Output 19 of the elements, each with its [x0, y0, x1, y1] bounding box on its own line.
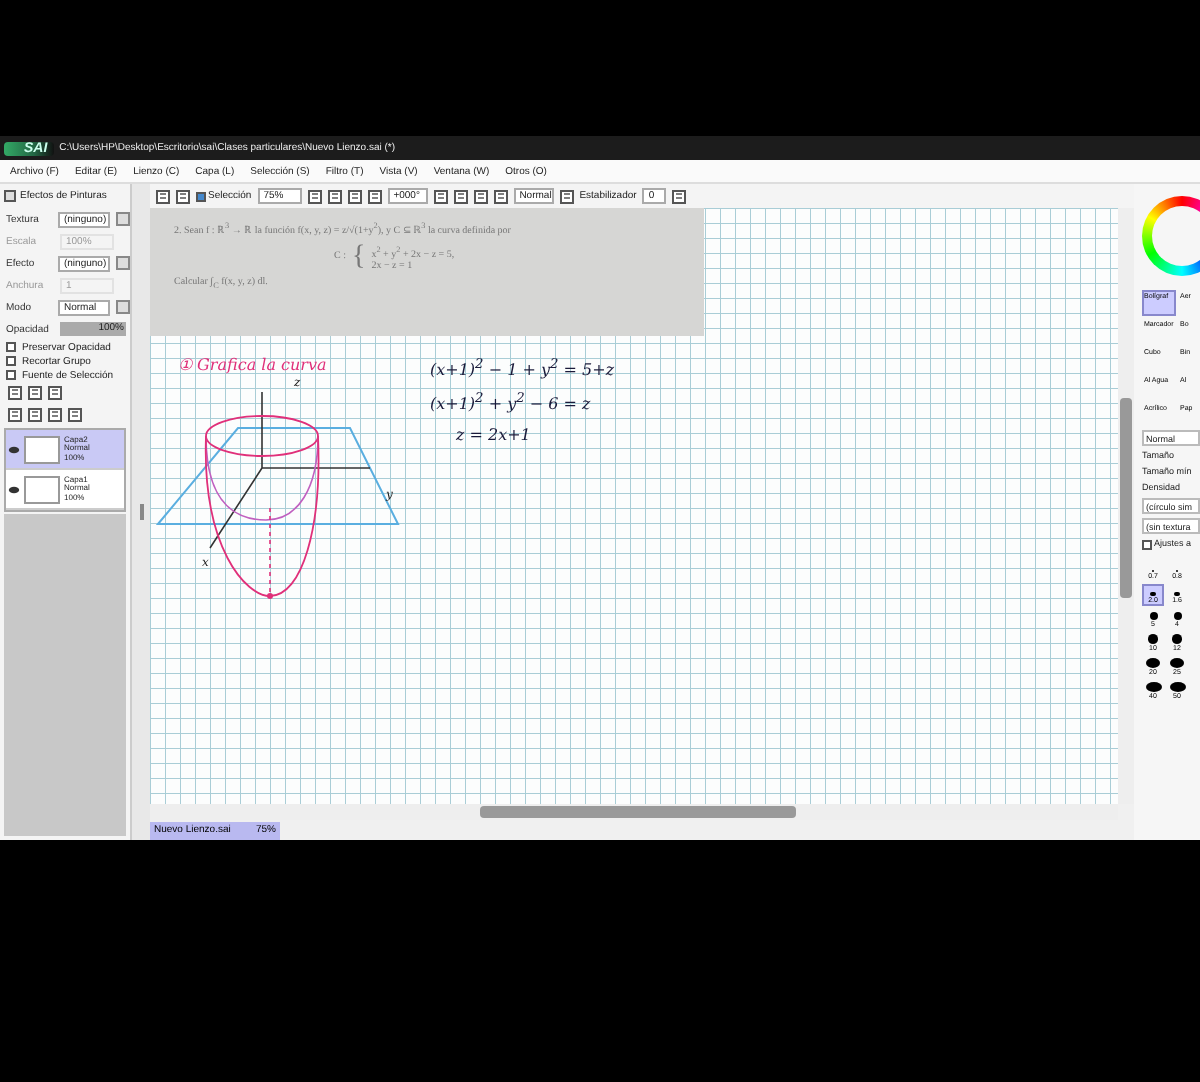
layer-thumbnail	[24, 435, 60, 463]
handwritten-text: (x+1)$^{2}$ − 1 + y$^{2}$ = 5+z	[430, 356, 615, 380]
handwritten-text: z = 2x+1	[456, 426, 531, 444]
checkbox[interactable]	[6, 356, 16, 366]
checkbox[interactable]	[6, 370, 16, 380]
eye-icon[interactable]	[8, 443, 20, 455]
panel-icon	[4, 190, 16, 202]
handwritten-text: (x+1)$^{2}$ + y$^{2}$ − 6 = z	[430, 390, 591, 414]
eye-icon[interactable]	[8, 483, 20, 495]
color-wheel[interactable]	[1142, 196, 1200, 276]
dropdown-button[interactable]	[116, 212, 130, 226]
checkbox[interactable]	[1142, 539, 1152, 549]
checkbox[interactable]	[6, 342, 16, 352]
layer-thumbnail	[24, 475, 60, 503]
checkbox[interactable]	[196, 191, 206, 201]
handwritten-text: ① Grafica la curva	[178, 356, 327, 374]
dropdown-button[interactable]	[116, 300, 130, 314]
brace: {	[351, 243, 366, 272]
dropdown-button[interactable]	[116, 256, 130, 270]
